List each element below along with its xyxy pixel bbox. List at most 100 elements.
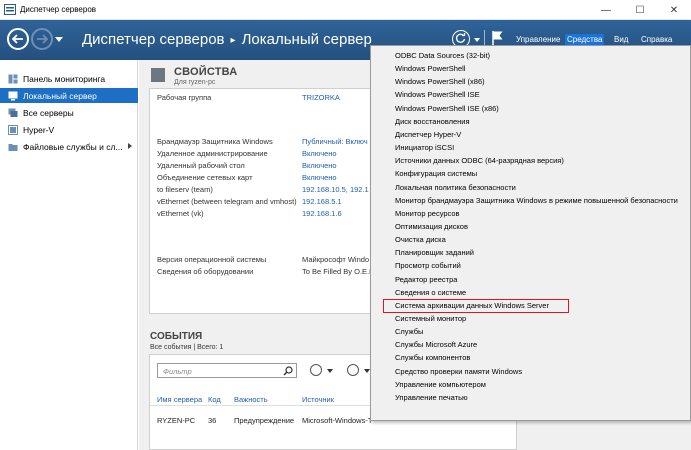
dashboard-icon <box>8 74 18 83</box>
sidebar-item-hyper-v[interactable]: Hyper-V <box>0 122 138 137</box>
close-button[interactable]: ✕ <box>657 0 691 20</box>
property-key: Удаленное администрирование <box>157 149 268 158</box>
sidebar-item-label: Hyper-V <box>23 124 55 135</box>
event-code[interactable]: 36 <box>208 416 216 425</box>
arrow-right-icon <box>37 34 48 44</box>
tools-menu-item[interactable]: Системный монитор <box>395 314 466 327</box>
property-key: Версия операционной системы <box>157 255 267 264</box>
events-summary: Все события | Всего: 1 <box>150 344 224 351</box>
property-key: Сведения об оборудовании <box>157 267 254 276</box>
tools-menu-item[interactable]: Источники данных ODBC (64-разрядная верс… <box>395 156 564 169</box>
tools-menu-item[interactable]: Службы Microsoft Azure <box>395 340 477 353</box>
tools-menu-item[interactable]: ODBC Data Sources (32-bit) <box>395 51 490 64</box>
tools-menu-item[interactable]: Windows PowerShell (x86) <box>395 77 485 90</box>
filter-input[interactable]: Фильтр <box>157 363 297 378</box>
tools-menu-item[interactable]: Локальная политика безопасности <box>395 183 516 196</box>
save-query-button[interactable] <box>347 364 359 376</box>
maximize-button[interactable]: ☐ <box>623 0 657 20</box>
column-header-code[interactable]: Код <box>208 395 221 404</box>
server-icon <box>8 91 18 100</box>
sidebar-item-local-server[interactable]: Локальный сервер <box>0 88 138 103</box>
filter-placeholder: Фильтр <box>163 367 192 376</box>
sidebar-item-dashboard[interactable]: Панель мониторинга <box>0 71 138 86</box>
menu-manage[interactable]: Управление <box>516 35 560 44</box>
tools-menu-item[interactable]: Средство проверки памяти Windows <box>395 367 522 380</box>
properties-subtitle: Для ryzen-pc <box>174 79 216 86</box>
breadcrumb-separator-icon: ▸ <box>230 34 236 46</box>
tools-menu-item[interactable]: Монитор ресурсов <box>395 209 460 222</box>
tools-menu-item[interactable]: Очистка диска <box>395 235 446 248</box>
hyper-v-icon <box>8 124 18 135</box>
tools-menu-item[interactable]: Монитор брандмауэра Защитника Windows в … <box>395 196 678 209</box>
filter-options-button[interactable] <box>310 364 322 376</box>
sidebar-item-label: Файловые службы и сл... <box>23 141 123 152</box>
tools-menu-item[interactable]: Службы <box>395 327 423 340</box>
column-header-server[interactable]: Имя сервера <box>157 395 202 404</box>
search-icon[interactable] <box>283 366 293 376</box>
property-key: Рабочая группа <box>157 93 212 102</box>
property-value-link[interactable]: 192.168.1.6 <box>302 209 342 218</box>
property-key: vEthernet (between telegram and vmhost) <box>157 197 297 206</box>
menu-tools[interactable]: Средства <box>565 34 605 45</box>
property-key: Удаленный рабочий стол <box>157 161 245 170</box>
property-key: to fileserv (team) <box>157 185 213 194</box>
property-value: To Be Filled By O.E.M <box>302 267 376 276</box>
tools-menu-item[interactable]: Windows PowerShell <box>395 64 465 77</box>
arrow-left-icon <box>12 34 23 44</box>
history-dropdown-icon[interactable] <box>55 37 63 42</box>
properties-title: СВОЙСТВА <box>174 66 238 78</box>
tools-menu-item[interactable]: Сведения о системе <box>395 288 466 301</box>
chevron-right-icon <box>128 143 132 149</box>
forward-button[interactable] <box>31 28 53 50</box>
column-header-severity[interactable]: Важность <box>234 395 268 404</box>
window-title: Диспетчер серверов <box>20 5 97 14</box>
breadcrumb-root[interactable]: Диспетчер серверов <box>82 31 225 48</box>
tools-menu-item[interactable]: Управление компьютером <box>395 380 486 393</box>
tools-menu-item[interactable]: Windows PowerShell ISE (x86) <box>395 104 499 117</box>
back-button[interactable] <box>7 28 29 50</box>
tools-menu-item[interactable]: Редактор реестра <box>395 275 457 288</box>
property-value-link[interactable]: 192.168.10.5, 192.1 <box>302 185 369 194</box>
property-value-link[interactable]: TRIZORKA <box>302 93 340 102</box>
tools-menu-item[interactable]: Службы компонентов <box>395 353 470 366</box>
sidebar-item-label: Панель мониторинга <box>23 73 106 84</box>
tools-menu-item[interactable]: Инициатор iSCSI <box>395 143 454 156</box>
tools-menu-item[interactable]: Диспетчер Hyper-V <box>395 130 461 143</box>
property-value-link[interactable]: Включено <box>302 149 337 158</box>
property-value-link[interactable]: Включено <box>302 161 337 170</box>
sidebar-item-label: Все серверы <box>23 107 74 118</box>
column-header-source[interactable]: Источник <box>302 395 334 404</box>
minimize-button[interactable]: — <box>589 0 623 20</box>
event-server[interactable]: RYZEN-PC <box>157 416 195 425</box>
events-title: СОБЫТИЯ <box>150 331 203 342</box>
property-value-link[interactable]: Публичный: Включ <box>302 137 368 146</box>
breadcrumb-current: Локальный сервер <box>241 31 372 48</box>
tools-menu-item[interactable]: Управление печатью <box>395 393 468 406</box>
property-key: vEthernet (vk) <box>157 209 204 218</box>
menu-view[interactable]: Вид <box>614 35 628 44</box>
tools-menu-item[interactable]: Диск восстановления <box>395 117 470 130</box>
property-value-link[interactable]: 192.168.5.1 <box>302 197 342 206</box>
refresh-dropdown-icon[interactable] <box>474 38 480 42</box>
filter-options-dropdown-icon[interactable] <box>327 369 333 373</box>
tools-menu-item[interactable]: Конфигурация системы <box>395 169 477 182</box>
servers-icon <box>8 108 18 117</box>
tools-menu-item[interactable]: Оптимизация дисков <box>395 222 468 235</box>
tools-menu-item[interactable]: Планировщик заданий <box>395 248 474 261</box>
tools-menu: ODBC Data Sources (32-bit) Windows PowerS… <box>370 45 691 421</box>
property-value-link[interactable]: Включено <box>302 173 337 182</box>
event-severity[interactable]: Предупреждение <box>234 416 294 425</box>
refresh-icon <box>455 33 466 43</box>
folder-icon <box>8 143 18 151</box>
menu-help[interactable]: Справка <box>641 35 672 44</box>
tools-menu-item[interactable]: Просмотр событий <box>395 261 461 274</box>
breadcrumb: Диспетчер серверов ▸ Локальный сервер <box>82 31 372 48</box>
property-key: Объединение сетевых карт <box>157 173 253 182</box>
event-source[interactable]: Microsoft-Windows-T <box>302 416 372 425</box>
properties-icon <box>151 68 165 82</box>
sidebar-item-all-servers[interactable]: Все серверы <box>0 105 138 120</box>
menu-item-windows-server-backup[interactable]: Система архивации данных Windows Server <box>395 301 549 314</box>
server-manager-app-icon <box>4 4 16 15</box>
sidebar-item-file-services[interactable]: Файловые службы и сл... <box>0 139 138 154</box>
tools-menu-item[interactable]: Windows PowerShell ISE <box>395 90 480 103</box>
